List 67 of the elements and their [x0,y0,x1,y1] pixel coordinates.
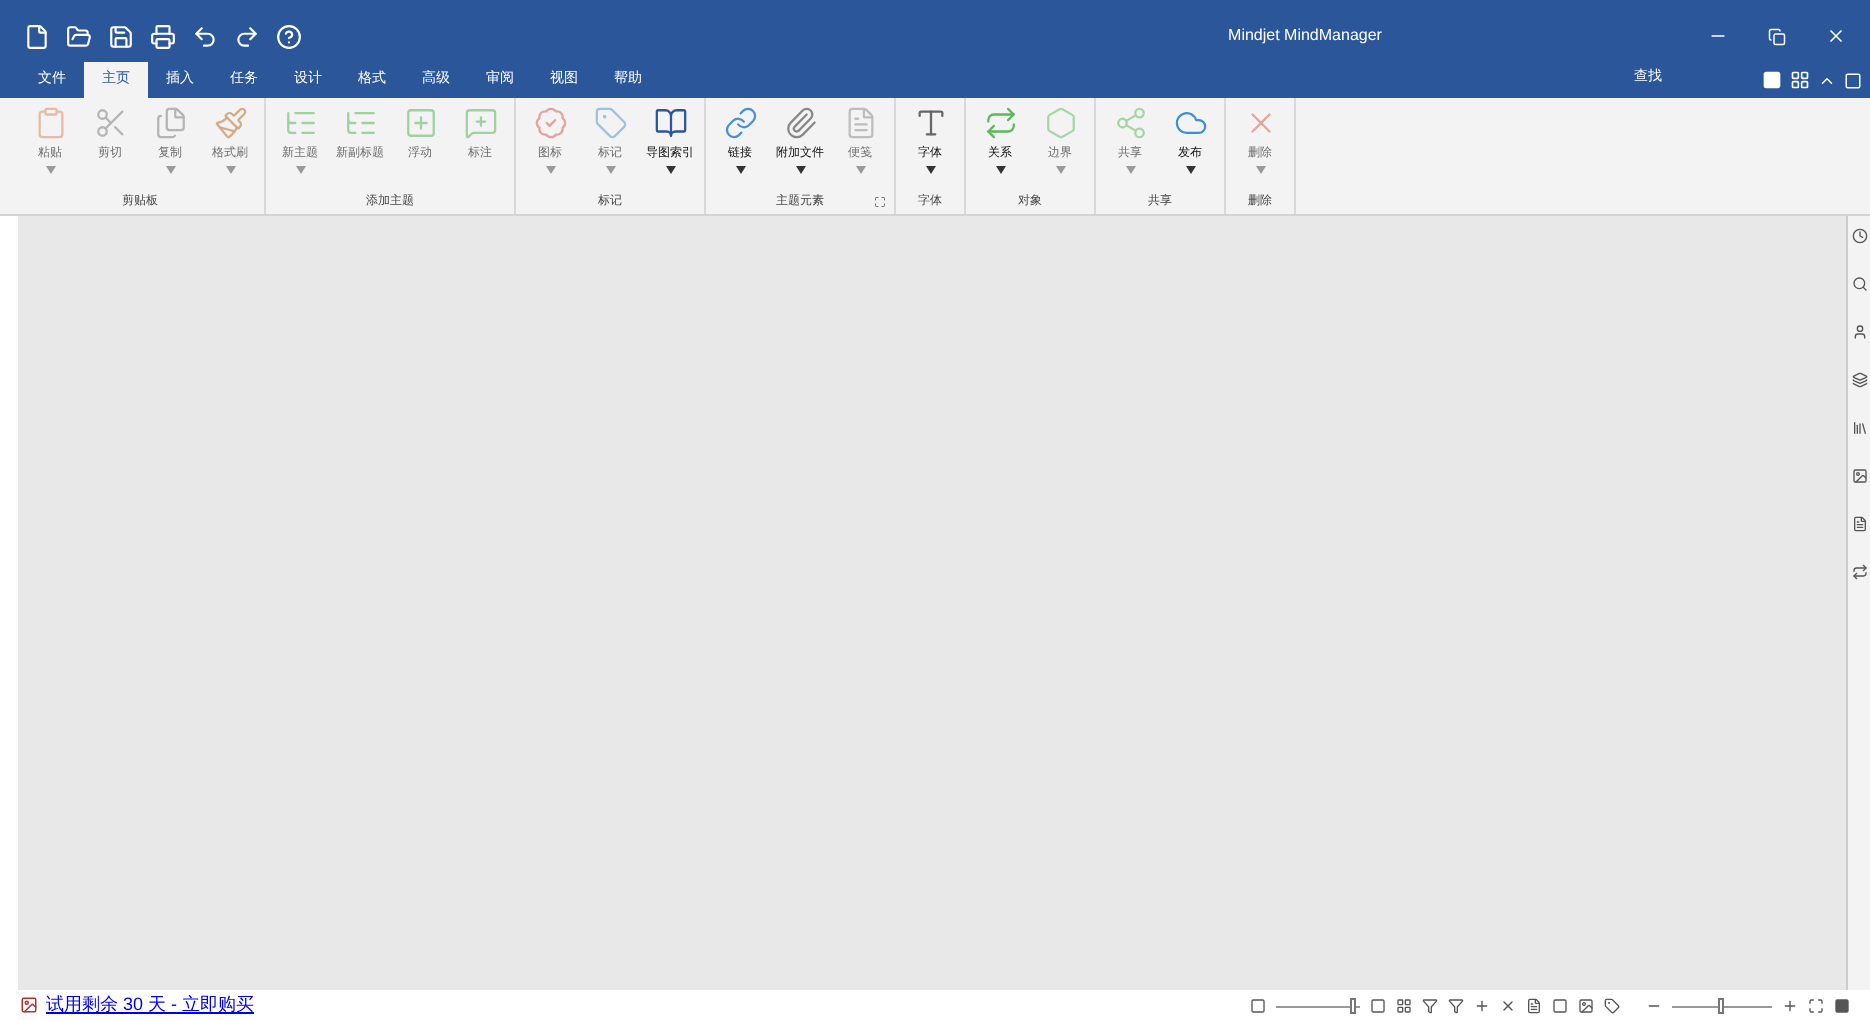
document-icon [843,106,877,140]
caret-icon [545,166,555,174]
caret-icon [665,166,675,174]
restore-icon[interactable] [1768,27,1786,45]
paperclip-icon [783,106,817,140]
close-icon[interactable] [1826,26,1846,46]
topic-icon [283,106,317,140]
window-title: Mindjet MindManager [1228,24,1382,48]
panel-toggle-icon[interactable] [1834,997,1850,1013]
caret-icon [225,166,235,174]
callout-icon [463,106,497,140]
caret-icon [1185,166,1195,174]
zoom-slider[interactable] [1672,997,1772,1013]
filter-icon[interactable] [1422,997,1438,1013]
side-tab-icon[interactable] [1851,420,1867,436]
add-icon[interactable] [1474,997,1490,1013]
panel-icon[interactable] [1844,71,1862,89]
help-icon[interactable] [276,23,302,49]
clipboard-icon [33,106,67,140]
notes-icon[interactable] [1526,997,1542,1013]
caret-icon [795,166,805,174]
font-icon [913,106,947,140]
caret-icon [1055,166,1065,174]
badge-icon [533,106,567,140]
copy-icon [153,106,187,140]
plus-square-icon [403,106,437,140]
open-folder-icon[interactable] [66,23,92,49]
scissors-icon [93,106,127,140]
caret-icon [735,166,745,174]
side-tab-icon[interactable] [1851,516,1867,532]
link-icon [723,106,757,140]
filter-topics-icon[interactable] [1448,997,1464,1013]
side-tab-icon[interactable] [1851,324,1867,340]
tag-icon [593,106,627,140]
caret-icon [925,166,935,174]
printer-icon[interactable] [150,23,176,49]
caret-icon [295,166,305,174]
caret-icon [45,166,55,174]
side-tab-icon[interactable] [1851,468,1867,484]
undo-icon[interactable] [192,23,218,49]
caret-icon [605,166,615,174]
save-icon[interactable] [108,23,134,49]
side-tab-icon[interactable] [1851,228,1867,244]
zoom-in-icon[interactable] [1782,997,1798,1013]
side-tab-icon[interactable] [1851,276,1867,292]
trial-link[interactable]: 试用剩余 30 天 - 立即购买 [46,991,255,1019]
redo-icon[interactable] [234,23,260,49]
new-file-icon[interactable] [24,23,50,49]
arrows-icon [983,106,1017,140]
caret-icon [855,166,865,174]
subtopic-icon [343,106,377,140]
detail-slider[interactable] [1276,997,1360,1013]
caret-icon [1125,166,1135,174]
image-icon[interactable] [1578,997,1594,1013]
book-icon [653,106,687,140]
grid-icon[interactable] [1790,70,1810,90]
cloud-icon [1173,106,1207,140]
fit-map-icon[interactable] [1808,997,1824,1013]
hexagon-icon [1043,106,1077,140]
tag-icon[interactable] [1604,997,1620,1013]
side-tab-icon[interactable] [1851,564,1867,580]
caret-icon [165,166,175,174]
caret-icon [995,166,1005,174]
share-icon [1113,106,1147,140]
paintbrush-icon [213,106,247,140]
caret-icon [1255,166,1265,174]
side-tab-icon[interactable] [1851,372,1867,388]
